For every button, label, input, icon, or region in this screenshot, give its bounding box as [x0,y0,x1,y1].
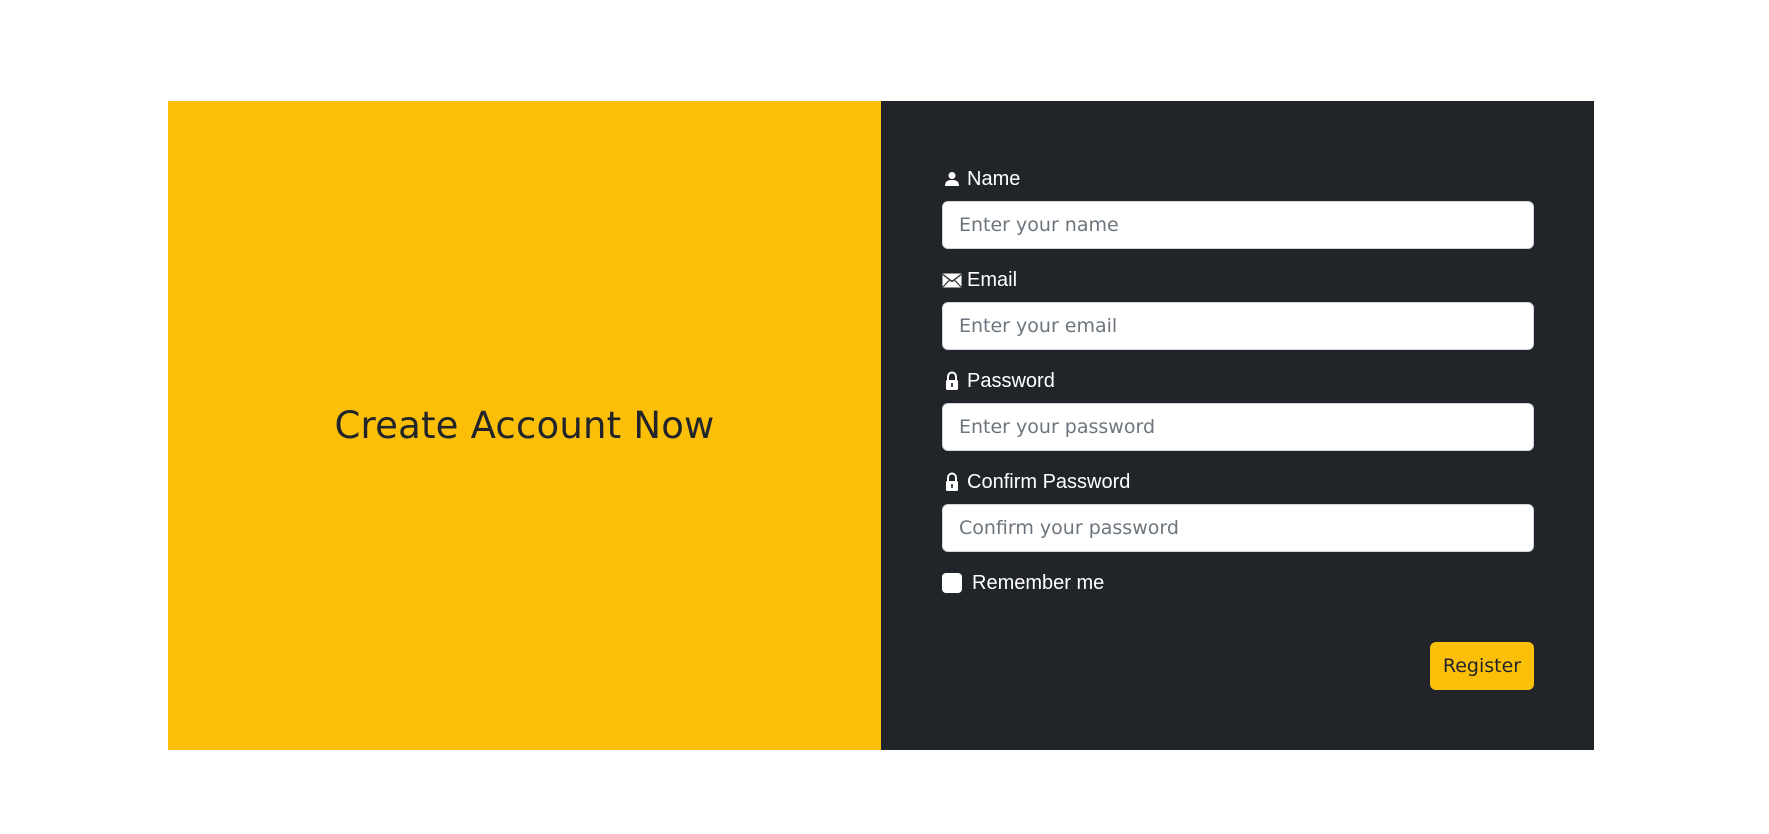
email-label-row: Email [942,268,1534,292]
name-label-row: Name [942,167,1534,191]
confirm-password-input[interactable] [942,504,1534,552]
confirm-password-label-row: Confirm Password [942,470,1534,494]
user-icon [942,169,962,189]
email-field-group: Email [942,268,1534,350]
register-card: Create Account Now Name Enter your name … [168,101,1594,750]
hero-panel: Create Account Now [168,101,881,750]
lock-icon [942,472,962,492]
password-input[interactable] [942,403,1534,451]
email-input[interactable] [942,302,1534,350]
remember-me-checkbox[interactable] [942,573,962,593]
form-panel: Name Email [881,101,1594,750]
lock-icon [942,371,962,391]
name-label: Name [967,167,1021,190]
register-form: Name Email [942,167,1534,595]
envelope-icon [942,270,962,290]
remember-me-label: Remember me [972,571,1105,594]
password-field-group: Password [942,369,1534,451]
password-label-row: Password [942,369,1534,393]
confirm-password-label: Confirm Password [967,470,1131,493]
name-input[interactable] [942,201,1534,249]
confirm-password-field-group: Confirm Password [942,470,1534,552]
password-label: Password [967,369,1055,392]
remember-me-row[interactable]: Remember me [942,571,1534,595]
hero-title: Create Account Now [334,404,715,447]
email-label: Email [967,268,1018,291]
name-field-group: Name [942,167,1534,249]
register-button[interactable]: Register [1430,642,1534,690]
